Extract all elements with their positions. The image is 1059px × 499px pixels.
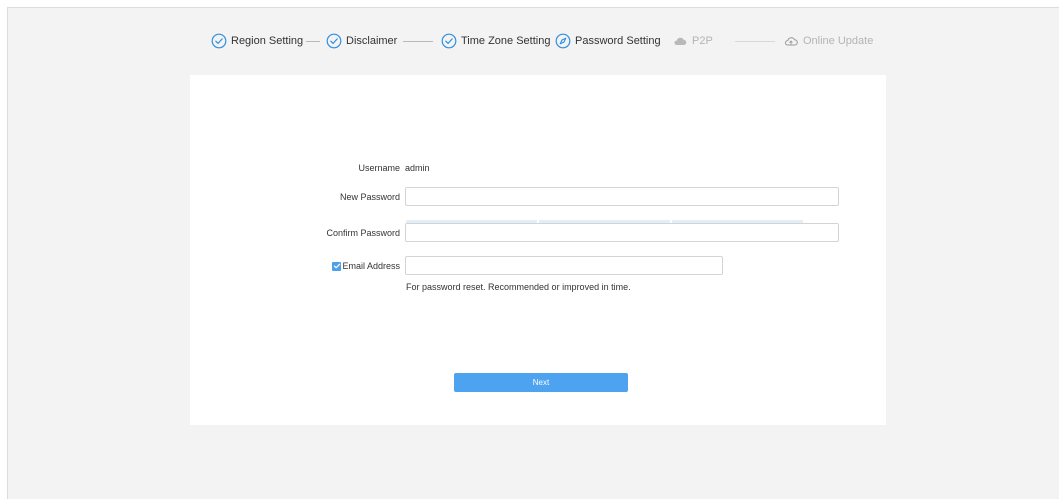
step-online-update: Online Update — [783, 33, 873, 49]
step-connector — [403, 41, 433, 42]
step-label: Password Setting — [575, 35, 661, 47]
cloud-upload-icon — [784, 37, 798, 46]
password-setting-panel: Username admin New Password Confirm Pass… — [190, 75, 886, 425]
confirm-password-field[interactable] — [405, 223, 839, 242]
step-password-setting: Password Setting — [555, 33, 661, 49]
email-label-row: Email Address — [332, 259, 400, 273]
confirm-password-label: Confirm Password — [326, 228, 400, 238]
wizard-step-bar: Region Setting Disclaimer Time Zone Sett… — [8, 8, 1059, 78]
check-circle-icon — [441, 33, 457, 49]
step-region-setting: Region Setting — [211, 33, 303, 49]
step-connector — [735, 41, 775, 42]
step-p2p: P2P — [672, 33, 713, 49]
username-value: admin — [405, 163, 430, 173]
email-hint: For password reset. Recommended or impro… — [406, 282, 631, 292]
step-label: P2P — [692, 35, 713, 47]
new-password-label: New Password — [339, 192, 400, 202]
new-password-field[interactable] — [405, 187, 839, 206]
step-label: Region Setting — [231, 35, 304, 47]
email-checkbox[interactable] — [332, 261, 342, 271]
step-label: Online Update — [803, 35, 874, 47]
step-connector — [306, 41, 320, 42]
cloud-icon — [674, 37, 687, 45]
check-circle-icon — [326, 33, 342, 49]
step-disclaimer: Disclaimer — [326, 33, 397, 49]
step-label: Disclaimer — [346, 35, 398, 47]
compass-circle-icon — [555, 33, 571, 49]
checkmark-icon — [333, 263, 341, 269]
email-label: Email Address — [342, 261, 400, 271]
check-circle-icon — [211, 33, 227, 49]
email-field[interactable] — [405, 256, 723, 275]
step-label: Time Zone Setting — [461, 35, 551, 47]
setup-wizard-window: Region Setting Disclaimer Time Zone Sett… — [7, 7, 1059, 499]
step-time-zone-setting: Time Zone Setting — [441, 33, 550, 49]
next-button[interactable]: Next — [454, 373, 628, 392]
username-label: Username — [358, 163, 400, 173]
